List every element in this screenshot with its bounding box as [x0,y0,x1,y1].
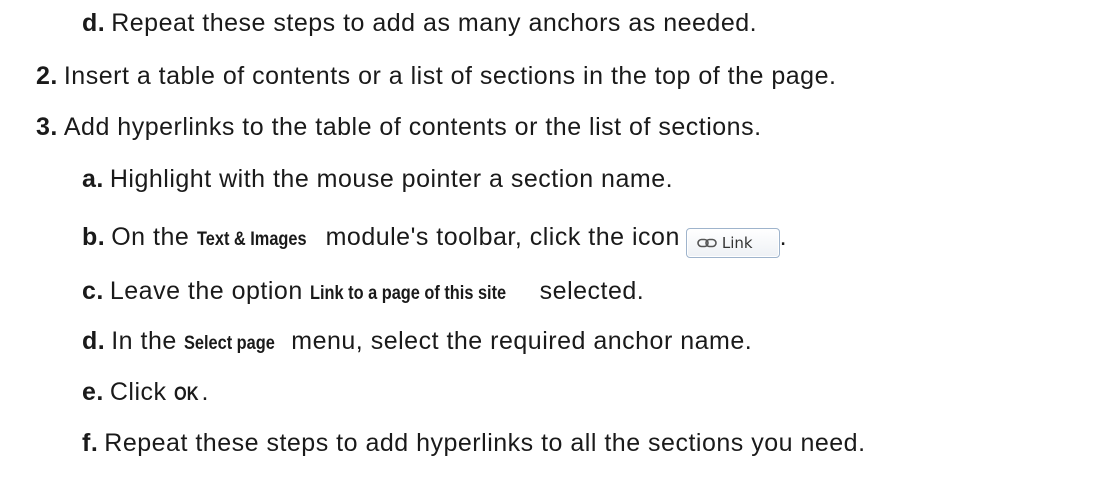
step-number: 3. [36,113,58,141]
step-2: 2. Insert a table of contents or a list o… [36,61,836,91]
step-3e: e. Click OK. [82,377,209,410]
step-3f: f. Repeat these steps to add hyperlinks t… [82,428,866,458]
step-text: Add hyperlinks to the table of contents … [63,113,762,141]
step-number: a. [82,165,104,193]
step-text-before: On the [111,223,197,251]
step-text-before: Leave the option [109,277,311,305]
instructions-page: d. Repeat these steps to add as many anch… [0,0,1095,495]
step-number: 2. [36,62,58,90]
step-text: Highlight with the mouse pointer a secti… [109,165,674,193]
step-d-anchors: d. Repeat these steps to add as many anch… [82,8,757,38]
link-button[interactable]: Link [685,228,780,258]
step-number: d. [82,9,106,37]
step-text-after: selected. [532,277,645,305]
step-text-end: . [779,223,788,251]
step-3b: b. On the Text & Images module's toolbar,… [82,222,787,258]
chain-link-icon [697,237,717,249]
step-text-after: menu, select the required anchor name. [283,327,753,355]
ui-term-ok: OK [173,384,199,405]
step-text-after: module's toolbar, click the icon [318,223,680,251]
step-3: 3. Add hyperlinks to the table of content… [36,112,762,142]
ui-term-text-images: Text & Images [196,229,307,250]
step-3d: d. In the Select page menu, select the re… [82,326,752,359]
step-number: d. [82,327,106,355]
step-text-before: Click [109,378,174,406]
step-number: c. [82,277,104,305]
step-text-before: In the [111,327,185,355]
step-text: Repeat these steps to add as many anchor… [111,9,758,37]
step-number: e. [82,378,104,406]
step-3c: c. Leave the option Link to a page of thi… [82,276,644,309]
step-text-after: . [201,378,209,406]
step-number: b. [82,223,106,251]
step-text: Insert a table of contents or a list of … [63,62,837,90]
ui-term-link-to-page: Link to a page of this site [310,283,507,304]
ui-term-select-page: Select page [184,333,276,354]
step-3a: a. Highlight with the mouse pointer a sec… [82,164,673,194]
link-button-label: Link [721,234,753,252]
step-text: Repeat these steps to add hyperlinks to … [104,429,866,457]
step-number: f. [82,429,99,457]
